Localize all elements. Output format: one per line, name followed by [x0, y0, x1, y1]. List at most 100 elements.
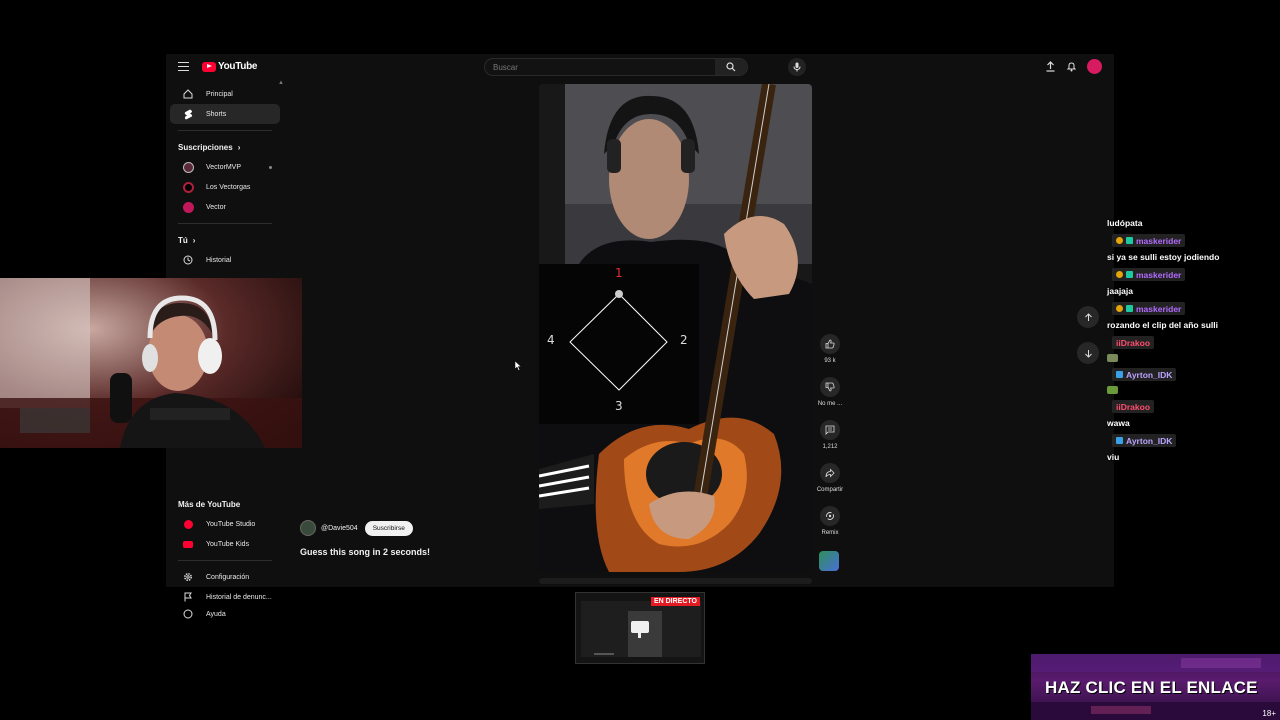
chat-message: maskerider jaajaja — [1107, 264, 1277, 298]
share-button[interactable] — [820, 463, 840, 483]
sound-thumbnail[interactable] — [819, 551, 839, 571]
thumbs-down-icon — [825, 382, 835, 392]
video-frame — [539, 84, 812, 572]
stream-chat: ludópata maskerider si ya se sulli estoy… — [1107, 216, 1277, 464]
emote-icon — [1107, 354, 1118, 362]
upload-icon[interactable] — [1045, 61, 1056, 72]
arrow-up-icon — [1084, 312, 1092, 321]
sidebar-item-vectormvp[interactable]: VectorMVP — [170, 157, 280, 177]
chat-message: maskerider si ya se sulli estoy jodiendo — [1107, 230, 1277, 264]
chevron-right-icon: › — [237, 142, 241, 152]
age-rating: 18+ — [1262, 709, 1276, 718]
diamond-badge-icon — [1116, 371, 1123, 378]
comments-button[interactable] — [820, 420, 840, 440]
chat-username-badge[interactable]: maskerider — [1112, 268, 1186, 281]
logo-text: YouTube — [218, 61, 258, 72]
subscribe-button[interactable]: Suscribirse — [364, 520, 413, 536]
divider — [178, 130, 272, 131]
dislike-button[interactable] — [820, 377, 840, 397]
chat-username-badge[interactable]: maskerider — [1112, 302, 1186, 315]
youtube-logo[interactable]: YouTube — [202, 61, 258, 72]
chat-message-text: jaajaja — [1107, 286, 1133, 296]
header-actions — [1045, 59, 1102, 74]
sidebar-item-los-vectorgas[interactable]: Los Vectorgas — [170, 177, 280, 197]
chat-message-text: rozando el clip del año sulli — [1107, 320, 1218, 330]
short-video-player[interactable]: 1 2 3 4 — [539, 84, 812, 572]
chat-username-badge[interactable]: iiDrakoo — [1112, 336, 1155, 349]
chevron-right-icon: › — [192, 235, 196, 245]
share-action[interactable]: Compartir — [812, 463, 848, 493]
chat-username-badge[interactable]: iiDrakoo — [1112, 400, 1155, 413]
game-badge-icon — [1126, 271, 1133, 278]
sidebar-item-historial-denuncias[interactable]: Historial de denunc... — [170, 587, 280, 607]
chat-username-badge[interactable]: maskerider — [1112, 234, 1186, 247]
chat-message: iiDrakoo — [1107, 332, 1277, 362]
short-channel-info: @Davie504 Suscribirse — [300, 520, 413, 536]
chat-message-text: wawa — [1107, 418, 1130, 428]
sidebar-item-vector[interactable]: Vector — [170, 197, 280, 217]
top-bar: YouTube — [166, 54, 1114, 80]
sidebar-item-principal[interactable]: Principal — [170, 84, 280, 104]
sidebar-item-youtube-studio[interactable]: YouTube Studio — [170, 514, 280, 534]
sidebar-item-shorts[interactable]: Shorts — [170, 104, 280, 124]
chat-message: Ayrton_IDK — [1107, 364, 1277, 394]
gear-icon — [182, 571, 194, 583]
shorts-navigation — [1077, 306, 1099, 378]
channel-avatar-icon — [182, 201, 194, 213]
overlay-number-4: 4 — [547, 333, 555, 347]
sidebar-item-youtube-kids[interactable]: YouTube Kids — [170, 534, 280, 554]
live-stream-preview[interactable]: EN DIRECTO — [575, 592, 705, 664]
channel-avatar[interactable] — [300, 520, 316, 536]
comments-action[interactable]: 1,212 — [812, 420, 848, 450]
search-button[interactable] — [715, 59, 747, 75]
chat-message-text: si ya se sulli estoy jodiendo — [1107, 252, 1220, 262]
chat-username: Ayrton_IDK — [1126, 369, 1173, 380]
next-short-button[interactable] — [1077, 342, 1099, 364]
next-short-preview[interactable] — [539, 578, 812, 584]
remix-button[interactable] — [820, 506, 840, 526]
chat-message-text: ludópata — [1107, 218, 1143, 228]
sidebar-item-ayuda[interactable]: Ayuda — [170, 607, 280, 621]
divider — [178, 223, 272, 224]
live-dot-icon — [269, 165, 272, 169]
you-header[interactable]: Tú › — [166, 230, 284, 250]
notifications-bell-icon[interactable] — [1066, 61, 1077, 72]
sidebar-item-label: Shorts — [206, 110, 227, 118]
ad-text: HAZ CLIC EN EL ENLACE — [1045, 678, 1258, 697]
sidebar-item-label: VectorMVP — [206, 163, 242, 171]
game-badge-icon — [1126, 237, 1133, 244]
game-badge-icon — [1126, 305, 1133, 312]
dislike-label: No me ... — [817, 401, 843, 407]
more-from-youtube-section: Más de YouTube YouTube Studio YouTube Ki… — [166, 494, 284, 621]
dislike-action[interactable]: No me ... — [812, 377, 848, 407]
sidebar-item-label: Historial de denunc... — [206, 593, 272, 601]
chat-username-badge[interactable]: Ayrton_IDK — [1112, 368, 1177, 381]
share-icon — [825, 468, 835, 478]
youtube-kids-icon — [182, 538, 194, 550]
search-bar — [484, 58, 748, 76]
chat-username: maskerider — [1136, 269, 1182, 280]
sidebar-item-label: YouTube Studio — [206, 520, 256, 528]
channel-name[interactable]: @Davie504 — [321, 525, 358, 532]
sidebar-item-configuracion[interactable]: Configuración — [170, 567, 280, 587]
sidebar-item-label: Principal — [206, 90, 233, 98]
sidebar-item-historial[interactable]: Historial — [170, 250, 280, 270]
previous-short-button[interactable] — [1077, 306, 1099, 328]
like-button[interactable] — [820, 334, 840, 354]
voice-search-button[interactable] — [788, 58, 806, 76]
remix-action[interactable]: Remix — [812, 506, 848, 536]
home-icon — [182, 88, 194, 100]
search-input[interactable] — [485, 62, 715, 72]
short-title: Guess this song in 2 seconds! — [300, 547, 431, 557]
channel-avatar-icon — [182, 161, 194, 173]
subscriptions-header[interactable]: Suscripciones › — [166, 137, 284, 157]
sidebar-item-label: Los Vectorgas — [206, 183, 251, 191]
ad-banner[interactable]: HAZ CLIC EN EL ENLACE 18+ — [1031, 654, 1280, 720]
share-label: Compartir — [816, 487, 844, 493]
youtube-window: YouTube ▲ Principal Shorts Suscrip — [166, 54, 1114, 619]
divider — [178, 560, 272, 561]
chat-username-badge[interactable]: Ayrton_IDK — [1112, 434, 1177, 447]
account-avatar[interactable] — [1087, 59, 1102, 74]
menu-icon[interactable] — [178, 62, 189, 71]
like-action[interactable]: 93 k — [812, 334, 848, 364]
